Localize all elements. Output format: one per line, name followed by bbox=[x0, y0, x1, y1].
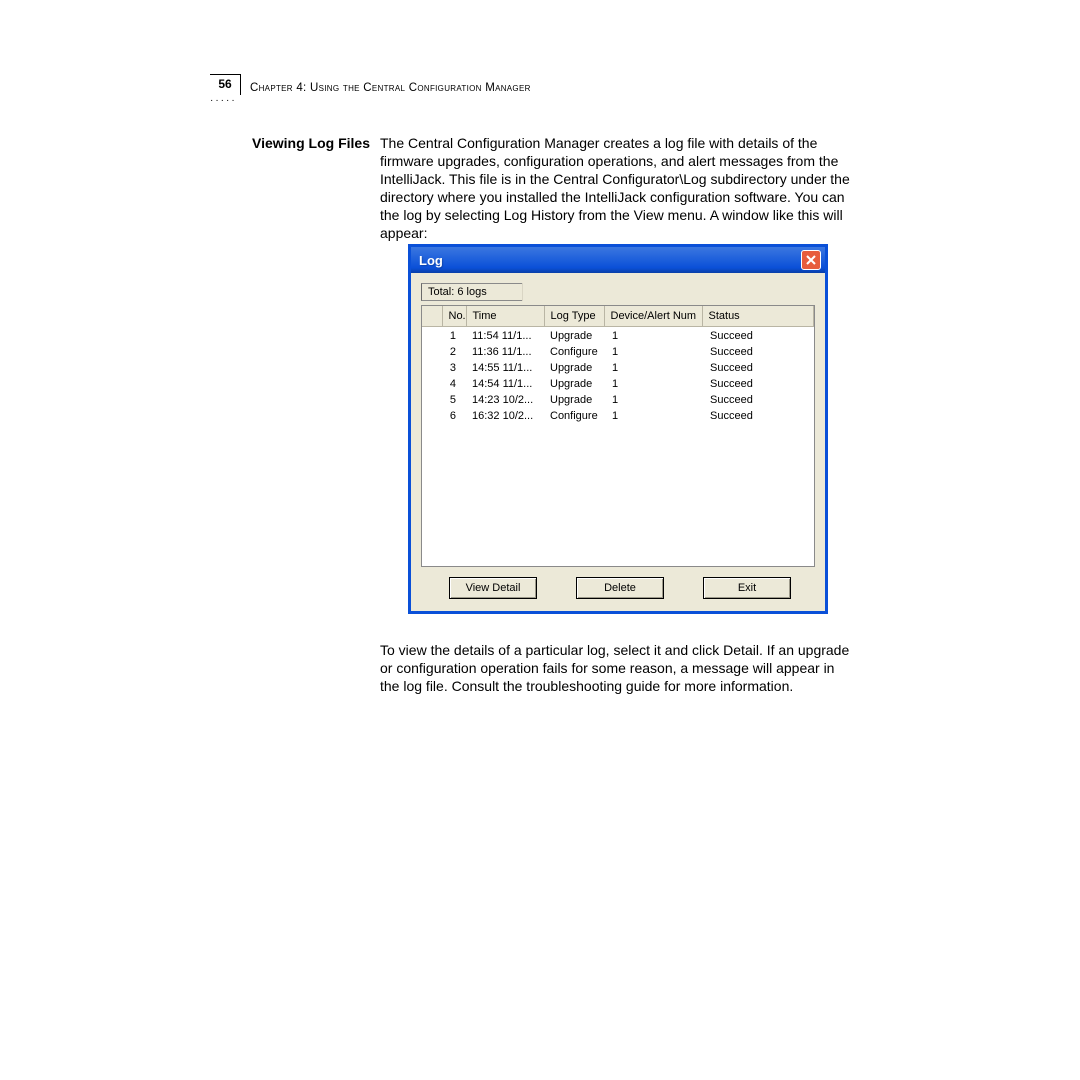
row-status-cell: Succeed bbox=[702, 407, 814, 423]
col-header-icon[interactable] bbox=[422, 306, 442, 327]
close-button[interactable] bbox=[801, 250, 821, 270]
row-status-cell: Succeed bbox=[702, 359, 814, 375]
row-icon-cell bbox=[422, 343, 442, 359]
col-header-time[interactable]: Time bbox=[466, 306, 544, 327]
log-table: No. Time Log Type Device/Alert Num Statu… bbox=[422, 306, 814, 423]
row-time-cell: 11:36 11/1... bbox=[466, 343, 544, 359]
row-time-cell: 16:32 10/2... bbox=[466, 407, 544, 423]
row-time-cell: 11:54 11/1... bbox=[466, 327, 544, 344]
row-icon-cell bbox=[422, 359, 442, 375]
dialog-button-row: View Detail Delete Exit bbox=[421, 567, 815, 599]
row-device-cell: 1 bbox=[604, 343, 702, 359]
row-status-cell: Succeed bbox=[702, 327, 814, 344]
col-header-no[interactable]: No. bbox=[442, 306, 466, 327]
row-device-cell: 1 bbox=[604, 407, 702, 423]
row-device-cell: 1 bbox=[604, 375, 702, 391]
row-type-cell: Upgrade bbox=[544, 375, 604, 391]
col-header-type[interactable]: Log Type bbox=[544, 306, 604, 327]
table-row[interactable]: 211:36 11/1...Configure1Succeed bbox=[422, 343, 814, 359]
row-status-cell: Succeed bbox=[702, 343, 814, 359]
row-no-cell: 4 bbox=[442, 375, 466, 391]
chapter-heading: Chapter 4: Using the Central Configurati… bbox=[250, 82, 531, 94]
table-row[interactable]: 111:54 11/1...Upgrade1Succeed bbox=[422, 327, 814, 344]
body-paragraph-2: To view the details of a particular log,… bbox=[380, 641, 850, 695]
row-type-cell: Configure bbox=[544, 343, 604, 359]
row-icon-cell bbox=[422, 327, 442, 344]
row-status-cell: Succeed bbox=[702, 391, 814, 407]
row-type-cell: Upgrade bbox=[544, 391, 604, 407]
row-no-cell: 5 bbox=[442, 391, 466, 407]
table-row[interactable]: 616:32 10/2...Configure1Succeed bbox=[422, 407, 814, 423]
dialog-body: Total: 6 logs No. Time Log Type Device/A bbox=[411, 273, 825, 611]
row-icon-cell bbox=[422, 391, 442, 407]
log-table-container[interactable]: No. Time Log Type Device/Alert Num Statu… bbox=[421, 305, 815, 567]
row-type-cell: Upgrade bbox=[544, 327, 604, 344]
dialog-title: Log bbox=[419, 253, 443, 268]
row-time-cell: 14:23 10/2... bbox=[466, 391, 544, 407]
row-type-cell: Configure bbox=[544, 407, 604, 423]
table-row[interactable]: 514:23 10/2...Upgrade1Succeed bbox=[422, 391, 814, 407]
dialog-titlebar[interactable]: Log bbox=[411, 247, 825, 273]
row-device-cell: 1 bbox=[604, 327, 702, 344]
body-paragraph-1: The Central Configuration Manager create… bbox=[380, 134, 850, 242]
page-number-dots: ····· bbox=[210, 95, 237, 106]
row-device-cell: 1 bbox=[604, 391, 702, 407]
row-type-cell: Upgrade bbox=[544, 359, 604, 375]
row-device-cell: 1 bbox=[604, 359, 702, 375]
close-icon bbox=[805, 254, 817, 266]
col-header-status[interactable]: Status bbox=[702, 306, 814, 327]
row-icon-cell bbox=[422, 407, 442, 423]
row-no-cell: 3 bbox=[442, 359, 466, 375]
document-page: 56 ····· Chapter 4: Using the Central Co… bbox=[0, 0, 1080, 1080]
total-logs-label: Total: 6 logs bbox=[421, 283, 522, 301]
table-row[interactable]: 314:55 11/1...Upgrade1Succeed bbox=[422, 359, 814, 375]
row-no-cell: 6 bbox=[442, 407, 466, 423]
row-icon-cell bbox=[422, 375, 442, 391]
row-time-cell: 14:54 11/1... bbox=[466, 375, 544, 391]
exit-button[interactable]: Exit bbox=[703, 577, 791, 599]
section-heading: Viewing Log Files bbox=[250, 135, 370, 151]
log-dialog: Log Total: 6 logs bbox=[408, 244, 828, 614]
row-status-cell: Succeed bbox=[702, 375, 814, 391]
page-number: 56 bbox=[210, 74, 241, 95]
delete-button[interactable]: Delete bbox=[576, 577, 664, 599]
row-no-cell: 1 bbox=[442, 327, 466, 344]
table-row[interactable]: 414:54 11/1...Upgrade1Succeed bbox=[422, 375, 814, 391]
row-time-cell: 14:55 11/1... bbox=[466, 359, 544, 375]
row-no-cell: 2 bbox=[442, 343, 466, 359]
view-detail-button[interactable]: View Detail bbox=[449, 577, 537, 599]
table-header-row[interactable]: No. Time Log Type Device/Alert Num Statu… bbox=[422, 306, 814, 327]
col-header-device[interactable]: Device/Alert Num bbox=[604, 306, 702, 327]
